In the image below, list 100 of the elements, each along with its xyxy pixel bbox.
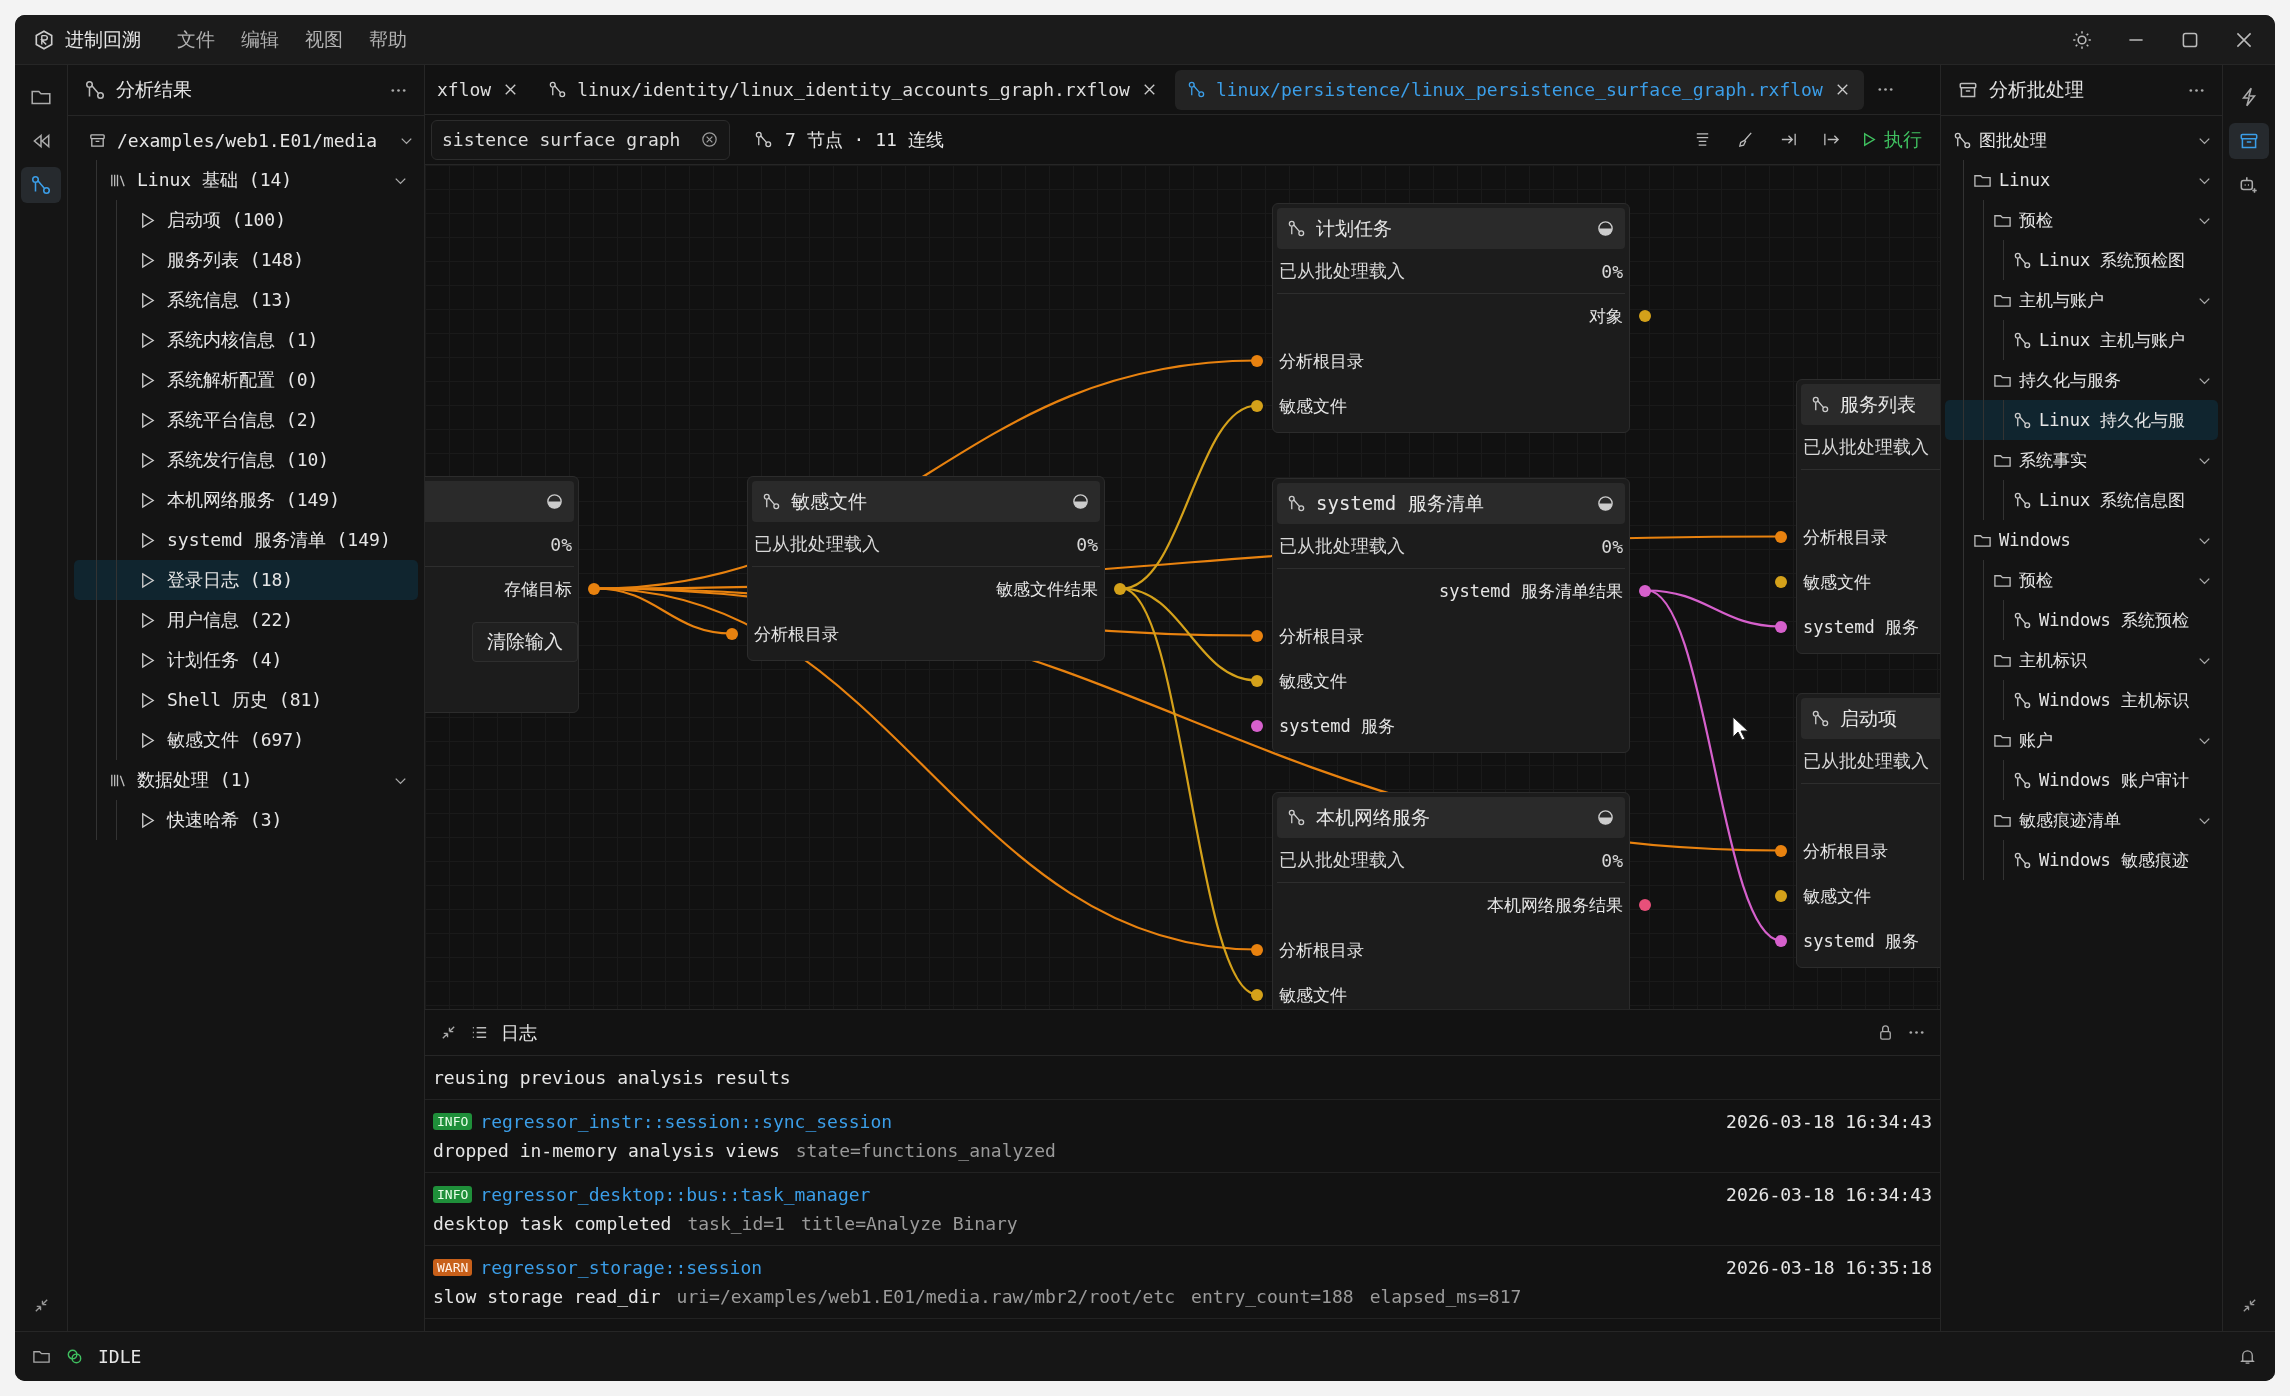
port-dot[interactable] [1639, 899, 1651, 911]
tree-item[interactable]: 计划任务 (4) [74, 640, 418, 680]
clear-input-button[interactable]: 清除输入 [472, 622, 578, 662]
clear-icon[interactable] [700, 130, 719, 149]
port-dot[interactable] [1639, 585, 1651, 597]
tree-item[interactable]: 预检 [1945, 200, 2218, 240]
tree-item[interactable]: 系统事实 [1945, 440, 2218, 480]
port-dot[interactable] [1775, 621, 1787, 633]
bell-icon[interactable] [2238, 1347, 2257, 1366]
tree-item[interactable]: Linux 基础 (14) [74, 160, 418, 200]
port-dot[interactable] [1775, 890, 1787, 902]
log-source[interactable]: regressor_instr::session::sync_session [480, 1111, 893, 1132]
output-port-label: 对象 [1589, 305, 1623, 328]
log-timestamp: 2026-03-18 16:34:43 [1726, 1111, 1932, 1132]
tree-item[interactable]: Windows 敏感痕迹 [1945, 840, 2218, 880]
tree-item[interactable]: 图批处理 [1945, 120, 2218, 160]
tree-item[interactable]: 系统信息 (13) [74, 280, 418, 320]
tree-item[interactable]: 持久化与服务 [1945, 360, 2218, 400]
tree-item[interactable]: systemd 服务清单 (149) [74, 520, 418, 560]
port-dot[interactable] [1251, 675, 1263, 687]
tree-item[interactable]: Linux 持久化与服 [1945, 400, 2218, 440]
tree-item[interactable]: 系统解析配置 (0) [74, 360, 418, 400]
nodes-icon [1287, 219, 1306, 238]
node-header[interactable]: 服务列表 [1801, 384, 1940, 425]
menu-item[interactable]: 视图 [297, 22, 351, 57]
half-circle-icon[interactable] [545, 492, 564, 511]
input-port-label: 敏感文件 [1803, 885, 1871, 908]
tree-item[interactable]: 系统内核信息 (1) [74, 320, 418, 360]
node-header[interactable]: 敏感文件 [752, 481, 1100, 522]
port-dot[interactable] [726, 628, 738, 640]
tree-item[interactable]: Linux [1945, 160, 2218, 200]
half-circle-icon[interactable] [1596, 494, 1615, 513]
port-dot[interactable] [1251, 400, 1263, 412]
node-header[interactable]: 本机网络服务 [1277, 797, 1625, 838]
node-header[interactable]: systemd 服务清单 [1277, 483, 1625, 524]
port-dot[interactable] [1775, 576, 1787, 588]
tree-item[interactable]: 预检 [1945, 560, 2218, 600]
port-dot[interactable] [1775, 531, 1787, 543]
output-port-label: 本机网络服务结果 [1487, 894, 1623, 917]
menu-item[interactable]: 编辑 [233, 22, 287, 57]
tree-item[interactable]: Windows 系统预检 [1945, 600, 2218, 640]
tree-item[interactable]: 数据处理 (1) [74, 760, 418, 800]
half-circle-icon[interactable] [1596, 808, 1615, 827]
brightness-icon[interactable] [2071, 28, 2093, 51]
port-dot[interactable] [1251, 630, 1263, 642]
tree-item[interactable]: Linux 系统信息图 [1945, 480, 2218, 520]
half-circle-icon[interactable] [1596, 219, 1615, 238]
tree-item[interactable]: Shell 历史 (81) [74, 680, 418, 720]
port-dot[interactable] [1775, 935, 1787, 947]
tree-item[interactable]: 主机与账户 [1945, 280, 2218, 320]
tree-item[interactable]: 本机网络服务 (149) [74, 480, 418, 520]
node-header[interactable]: 启动项 [1801, 698, 1940, 739]
tree-item[interactable]: 系统平台信息 (2) [74, 400, 418, 440]
menu-item[interactable]: 帮助 [361, 22, 415, 57]
tree-item[interactable]: /examples/web1.E01/media [74, 120, 418, 160]
tree-item[interactable]: Linux 系统预检图 [1945, 240, 2218, 280]
tree-item[interactable]: 系统发行信息 (10) [74, 440, 418, 480]
editor-tab[interactable]: linux/identity/linux_identity_accounts_graph.rxflow [536, 69, 1171, 110]
tree-item[interactable]: 敏感痕迹清单 [1945, 800, 2218, 840]
run-button[interactable]: 执行 [1853, 122, 1928, 157]
input-port-label: systemd 服务 [1803, 930, 1919, 953]
log-source[interactable]: regressor_storage::session [480, 1257, 763, 1278]
activity-button[interactable] [21, 167, 61, 203]
menu-item[interactable]: 文件 [169, 22, 223, 57]
tree-item[interactable]: 账户 [1945, 720, 2218, 760]
node-status: 已从批处理载入 [1803, 749, 1929, 773]
log-field: uri=/examples/web1.E01/media.raw/mbr2/root/etc [676, 1286, 1176, 1307]
tree-item[interactable]: 服务列表 (148) [74, 240, 418, 280]
port-dot[interactable] [1251, 720, 1263, 732]
half-circle-icon[interactable] [1071, 492, 1090, 511]
port-dot[interactable] [588, 583, 600, 595]
port-dot[interactable] [1639, 310, 1651, 322]
log-source[interactable]: regressor_desktop::bus::task_manager [480, 1184, 871, 1205]
tree-item[interactable]: 启动项 (100) [74, 200, 418, 240]
tree-item[interactable]: 敏感文件 (697) [74, 720, 418, 760]
port-dot[interactable] [1251, 355, 1263, 367]
tree-item[interactable]: Linux 主机与账户 [1945, 320, 2218, 360]
tree-item[interactable]: Windows 主机标识 [1945, 680, 2218, 720]
editor-tab[interactable]: linux/persistence/linux_persistence_surface_graph.rxflow [1174, 69, 1864, 110]
tree-item[interactable]: Windows [1945, 520, 2218, 560]
graph-name-field[interactable]: sistence surface graph [431, 119, 730, 160]
log-timestamp: 2026-03-18 16:35:18 [1726, 1257, 1932, 1278]
port-dot[interactable] [1251, 944, 1263, 956]
activity-button[interactable] [2229, 123, 2269, 159]
tree-item[interactable]: Windows 账户审计 [1945, 760, 2218, 800]
nodes-icon [30, 174, 52, 196]
tree-item[interactable]: 用户信息 (22) [74, 600, 418, 640]
node-header[interactable]: 计划任务 [1277, 208, 1625, 249]
nodes-icon [2013, 690, 2032, 710]
tree-item[interactable]: 快速哈希 (3) [74, 800, 418, 840]
port-dot[interactable] [1114, 583, 1126, 595]
port-dot[interactable] [1251, 989, 1263, 1001]
tree-item[interactable]: 主机标识 [1945, 640, 2218, 680]
tree-item[interactable]: 登录日志 (18) [74, 560, 418, 600]
port-dot[interactable] [1775, 845, 1787, 857]
input-port-label: 敏感文件 [1279, 670, 1347, 693]
node-status: 已从批处理载入 [754, 532, 880, 556]
output-port-label: systemd 服务清单结果 [1439, 580, 1623, 603]
editor-tab[interactable]: xflow [425, 69, 533, 110]
input-port-label: 敏感文件 [1279, 395, 1347, 418]
